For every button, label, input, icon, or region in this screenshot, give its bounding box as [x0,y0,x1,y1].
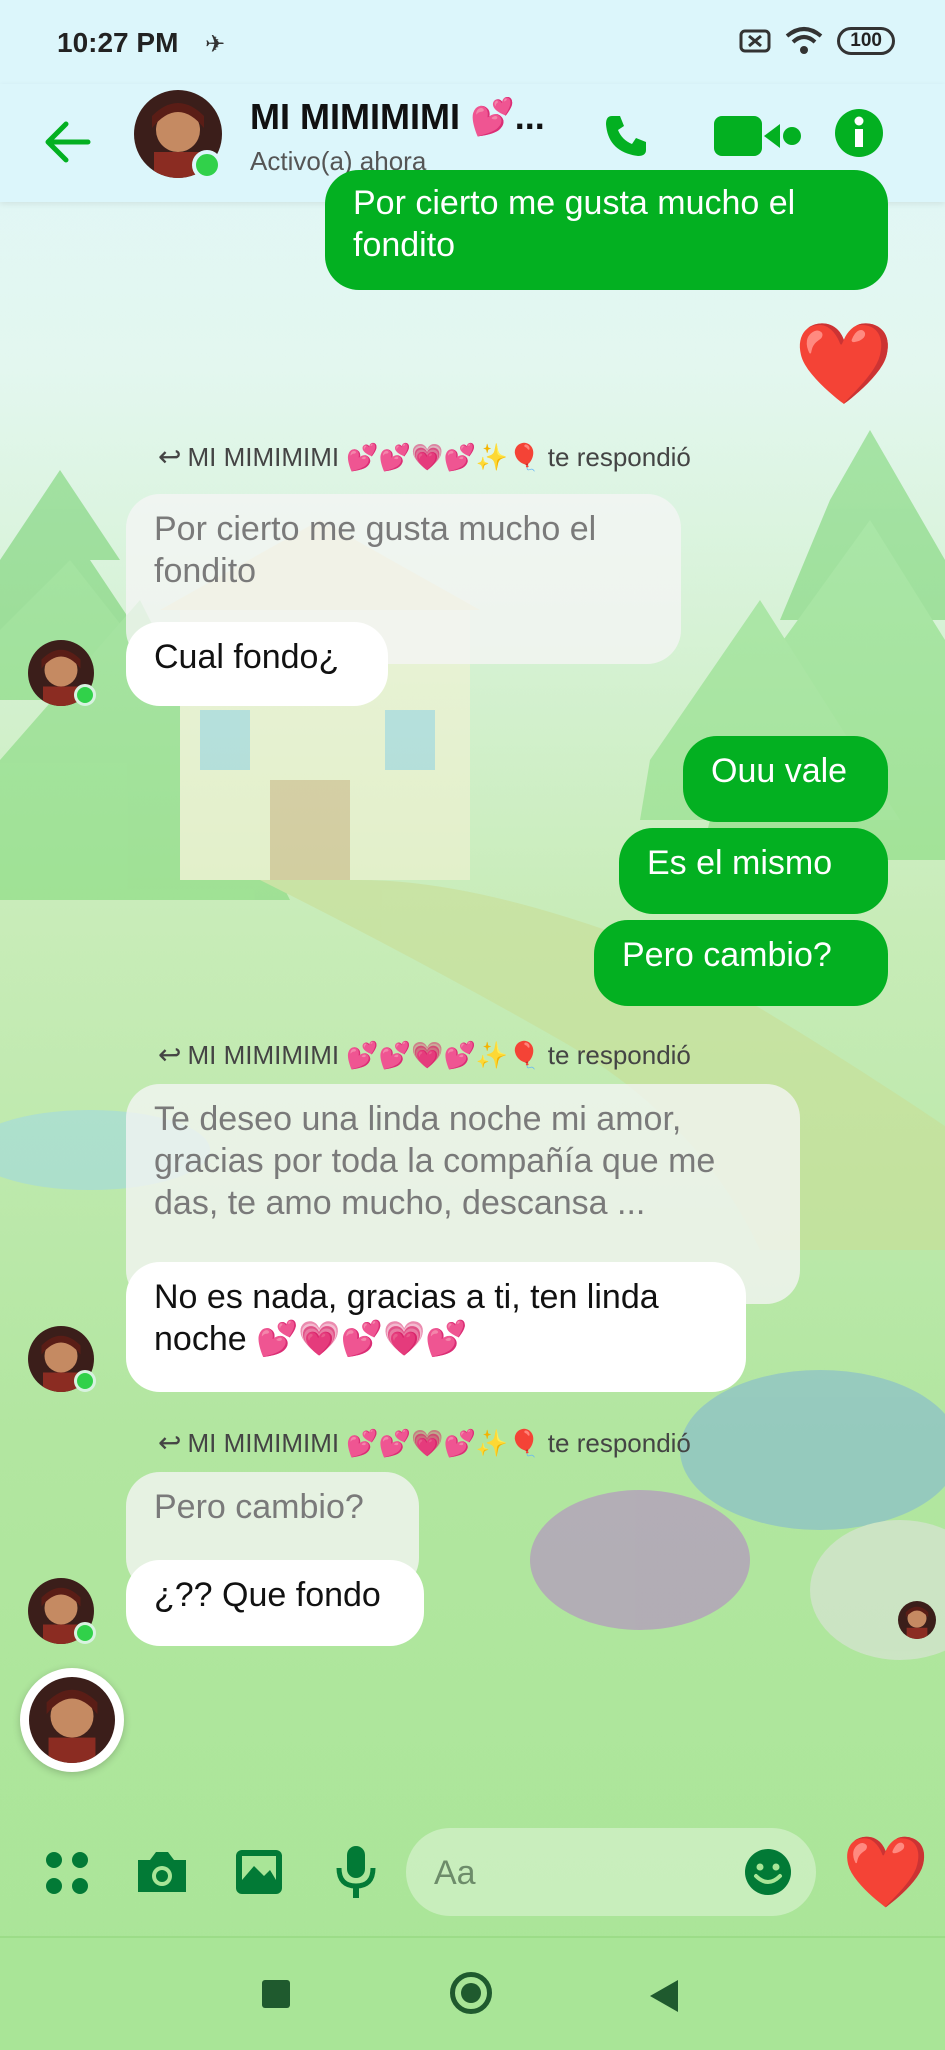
reply-label-text: MI MIMIMIMI 💕💕💗💕✨🎈 te respondió [187,1040,691,1070]
reply-label-text: MI MIMIMIMI 💕💕💗💕✨🎈 te respondió [187,1428,691,1458]
camera-icon[interactable] [134,1848,190,1896]
video-icon[interactable] [714,116,802,156]
message-composer: ❤️ [0,1806,945,1936]
gallery-icon[interactable] [234,1848,284,1896]
battery-indicator: 100 [837,27,895,55]
message-input[interactable] [432,1846,736,1900]
online-status-dot [74,1622,96,1644]
outgoing-message[interactable]: Es el mismo [619,828,888,914]
wifi-icon [786,27,823,54]
seen-receipt-avatar [898,1601,936,1639]
status-bar: 10:27 PM ✈ 100 [0,0,945,84]
status-time: 10:27 PM [57,27,179,58]
back-arrow-icon[interactable] [40,114,96,170]
reply-arrow-icon: ↩ [158,1427,182,1458]
outgoing-message[interactable]: Ouu vale [683,736,888,822]
screen-cast-icon [739,29,771,53]
recent-apps-button[interactable] [262,1980,290,2008]
contact-name[interactable]: MI MIMIMIMI 💕... [250,96,545,138]
incoming-message[interactable]: No es nada, gracias a ti, ten linda noch… [126,1262,746,1392]
notification-icon: ✈ [205,31,226,58]
mic-icon[interactable] [334,1844,378,1900]
apps-icon[interactable] [44,1850,90,1896]
like-heart-button[interactable]: ❤️ [842,1834,929,1910]
online-status-dot [192,150,222,180]
message-input-container [406,1828,816,1916]
home-button[interactable] [450,1972,492,2014]
chat-head-avatar[interactable] [20,1668,124,1772]
back-button[interactable] [648,1978,680,2014]
reply-label: ↩ MI MIMIMIMI 💕💕💗💕✨🎈 te respondió [158,1038,691,1071]
online-status-dot [74,1370,96,1392]
incoming-message[interactable]: Cual fondo¿ [126,622,388,706]
heart-reaction-message[interactable]: ❤️ [794,324,894,404]
reply-arrow-icon: ↩ [158,1039,182,1070]
reply-label: ↩ MI MIMIMIMI 💕💕💗💕✨🎈 te respondió [158,440,691,473]
online-status-dot [74,684,96,706]
info-icon[interactable] [834,108,884,158]
incoming-message[interactable]: ¿?? Que fondo [126,1560,424,1646]
reply-label: ↩ MI MIMIMIMI 💕💕💗💕✨🎈 te respondió [158,1426,691,1459]
reply-label-text: MI MIMIMIMI 💕💕💗💕✨🎈 te respondió [187,442,691,472]
reply-arrow-icon: ↩ [158,441,182,472]
outgoing-message[interactable]: Pero cambio? [594,920,888,1006]
outgoing-message[interactable]: Por cierto me gusta mucho el fondito [325,170,888,290]
system-navigation-bar [0,1936,945,2050]
chat-background-scenery [0,430,945,1660]
emoji-icon[interactable] [744,1848,792,1896]
phone-icon[interactable] [600,110,652,162]
